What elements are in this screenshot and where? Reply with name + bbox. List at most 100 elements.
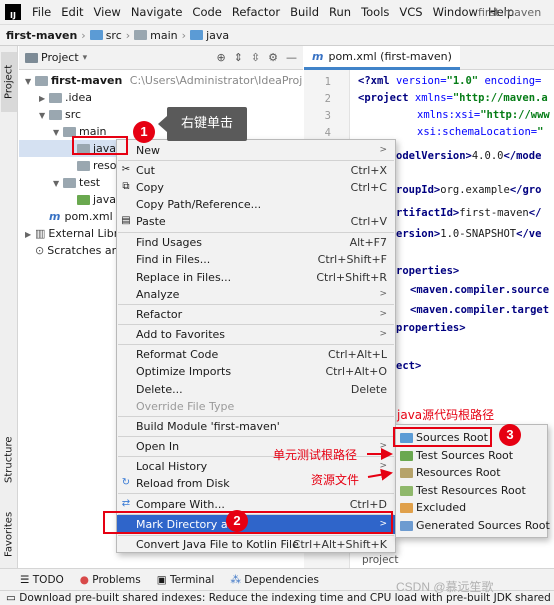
menu-item-reformat-code[interactable]: Reformat Code Ctrl+Alt+L — [117, 346, 395, 363]
submenu-item-generated-sources-root[interactable]: Generated Sources Root — [396, 517, 550, 535]
menu-bar: IJ File Edit View Navigate Code Refactor… — [0, 0, 554, 24]
menu-item-find-in-files[interactable]: Find in Files... Ctrl+Shift+F — [117, 251, 395, 268]
menu-item-cut[interactable]: ✂ Cut Ctrl+X — [117, 162, 395, 179]
code-line: rtifactId>first-maven</ — [396, 207, 542, 219]
chevron-right-icon: > — [379, 289, 387, 299]
chevron-down-icon[interactable]: ▼ — [25, 73, 35, 89]
menu-separator — [118, 436, 394, 437]
code-line: <?xml version="1.0" encoding= — [358, 75, 542, 87]
dependencies-icon: ⁂ — [230, 573, 245, 586]
submenu-item-excluded[interactable]: Excluded — [396, 499, 547, 517]
menu-file[interactable]: File — [27, 0, 56, 24]
hide-icon[interactable]: — — [286, 51, 297, 64]
menu-item-optimize-imports[interactable]: Optimize Imports Ctrl+Alt+O — [117, 363, 395, 380]
breadcrumb-main[interactable]: main — [150, 29, 177, 42]
window-title: first-maven — [478, 5, 542, 19]
chevron-down-icon[interactable]: ▼ — [53, 175, 63, 191]
menu-item-paste[interactable]: ▤ Paste Ctrl+V — [117, 213, 395, 230]
code-line: ersion>1.0-SNAPSHOT</ve — [396, 228, 542, 240]
reload-icon: ↻ — [121, 477, 131, 488]
breadcrumb: first-maven › src › main › java — [0, 24, 554, 46]
menu-refactor[interactable]: Refactor — [227, 0, 285, 24]
breadcrumb-project[interactable]: first-maven — [6, 29, 77, 42]
structure-tool-tab[interactable]: Structure — [1, 428, 17, 492]
folder-icon — [63, 178, 76, 188]
line-number: 4 — [324, 127, 331, 139]
watermark: CSDN @慕远笙歌 — [396, 580, 494, 594]
project-view-icon — [25, 52, 38, 63]
left-tool-stripe: Project Structure Favorites — [0, 46, 18, 568]
folder-icon — [89, 30, 103, 40]
dependencies-tool-tab[interactable]: ⁂ Dependencies — [230, 574, 319, 586]
menu-item-copy-path[interactable]: Copy Path/Reference... — [117, 196, 395, 213]
tree-item-idea[interactable]: ▶ .idea — [19, 89, 303, 106]
menu-item-add-to-favorites[interactable]: Add to Favorites > — [117, 326, 395, 343]
annotation-badge-3: 3 — [499, 424, 521, 446]
menu-tools[interactable]: Tools — [356, 0, 394, 24]
annotation-badge-2: 2 — [226, 510, 248, 532]
chevron-right-icon: › — [181, 28, 187, 42]
code-line: roupId>org.example</gro — [396, 184, 542, 196]
menu-item-copy[interactable]: ⧉ Copy Ctrl+C — [117, 179, 395, 196]
favorites-tool-tab[interactable]: Favorites — [1, 502, 17, 566]
menu-window[interactable]: Window — [428, 0, 483, 24]
annotation-box-java-folder — [72, 136, 128, 155]
problems-tool-tab[interactable]: ● Problems — [80, 574, 141, 586]
menu-separator — [118, 493, 394, 494]
annotation-arrows — [367, 448, 393, 481]
menu-item-delete[interactable]: Delete... Delete — [117, 381, 395, 398]
line-number: 3 — [324, 110, 331, 122]
menu-build[interactable]: Build — [285, 0, 324, 24]
menu-run[interactable]: Run — [324, 0, 356, 24]
menu-item-refactor[interactable]: Refactor > — [117, 306, 395, 323]
annotation-box-sources-root — [393, 427, 492, 447]
menu-item-replace-in-files[interactable]: Replace in Files... Ctrl+Shift+R — [117, 269, 395, 286]
submenu-item-test-sources-root[interactable]: Test Sources Root — [396, 447, 547, 465]
paste-icon: ▤ — [121, 215, 131, 226]
test-resources-root-folder-icon — [400, 485, 413, 496]
menu-item-convert-to-kotlin[interactable]: Convert Java File to Kotlin File Ctrl+Alt… — [117, 536, 395, 553]
annotation-label-test: 单元测试根路径 — [273, 448, 358, 462]
chevron-down-icon[interactable]: ▼ — [39, 107, 49, 123]
chevron-right-icon: › — [125, 28, 131, 42]
tab-pom-xml[interactable]: m pom.xml (first-maven) — [304, 45, 460, 70]
menu-item-new[interactable]: New > — [117, 142, 395, 159]
chevron-right-icon[interactable]: ▶ — [25, 226, 35, 242]
menu-separator — [118, 344, 394, 345]
breadcrumb-java[interactable]: java — [206, 29, 229, 42]
menu-item-build-module[interactable]: Build Module 'first-maven' — [117, 418, 395, 435]
menu-separator — [118, 304, 394, 305]
collapse-all-icon[interactable]: ⇳ — [251, 51, 260, 64]
chevron-down-icon[interactable]: ▾ — [83, 53, 88, 63]
menu-view[interactable]: View — [89, 0, 126, 24]
todo-tool-tab[interactable]: ☰ TODO — [20, 574, 64, 586]
project-panel-title[interactable]: Project — [41, 51, 79, 64]
test-folder-icon — [77, 195, 90, 205]
annotation-label-resources: 资源文件 — [311, 473, 360, 487]
menu-item-override-file-type: Override File Type — [136, 400, 235, 413]
submenu-item-resources-root[interactable]: Resources Root — [396, 464, 547, 482]
chevron-right-icon[interactable]: ▶ — [39, 90, 49, 106]
project-tool-tab[interactable]: Project — [1, 52, 17, 112]
gear-icon[interactable]: ⚙ — [268, 51, 278, 64]
menu-item-analyze[interactable]: Analyze > — [117, 286, 395, 303]
menu-item-find-usages[interactable]: Find Usages Alt+F7 — [117, 234, 395, 251]
tree-item-first-maven[interactable]: ▼ first-maven C:\Users\Administrator\Idea… — [19, 72, 303, 89]
chevron-down-icon[interactable]: ▼ — [53, 124, 63, 140]
menu-code[interactable]: Code — [187, 0, 226, 24]
chevron-right-icon: > — [379, 329, 387, 339]
info-icon: ▭ — [6, 592, 20, 604]
menu-edit[interactable]: Edit — [56, 0, 88, 24]
menu-vcs[interactable]: VCS — [394, 0, 427, 24]
breadcrumb-src[interactable]: src — [106, 29, 122, 42]
menu-navigate[interactable]: Navigate — [126, 0, 188, 24]
scratches-icon: ⊙ — [35, 244, 45, 257]
annotation-badge-1: 1 — [133, 121, 155, 143]
code-line: properties> — [396, 322, 466, 334]
locate-icon[interactable]: ⊕ — [216, 51, 225, 64]
maven-icon: m — [49, 210, 61, 223]
code-line: xsi:schemaLocation=" — [417, 126, 544, 138]
expand-all-icon[interactable]: ⇕ — [234, 51, 243, 64]
submenu-item-test-resources-root[interactable]: Test Resources Root — [396, 482, 547, 500]
terminal-tool-tab[interactable]: ▣ Terminal — [157, 574, 215, 586]
